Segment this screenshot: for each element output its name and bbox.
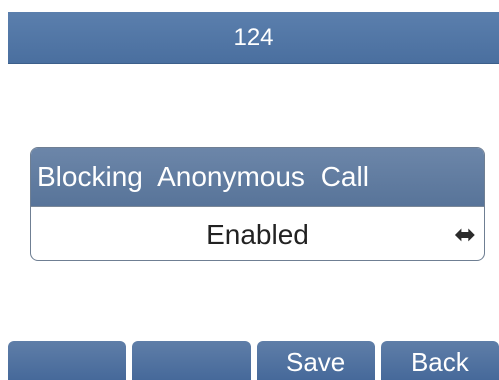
save-button[interactable]: Save [256,341,375,380]
setting-label-bar: Blocking Anonymous Call [31,148,484,206]
back-button-label: Back [410,347,469,377]
setting-value: Enabled [206,218,309,250]
phone-screen: 124 Blocking Anonymous Call Enabled ⬌ Sa… [0,0,499,380]
page-title: 124 [233,23,274,51]
softkey-1[interactable] [8,341,127,380]
softkey-2[interactable] [132,341,251,380]
left-right-arrow-icon[interactable]: ⬌ [454,222,476,248]
setting-label: Blocking Anonymous Call [37,161,369,192]
title-bar: 124 [8,12,499,64]
save-button-label: Save [285,347,346,377]
softkey-bar: Save Back [8,341,499,380]
setting-value-selector[interactable]: Enabled ⬌ [31,206,484,260]
blocking-anonymous-call-setting: Blocking Anonymous Call Enabled ⬌ [30,147,485,261]
back-button[interactable]: Back [380,341,499,380]
